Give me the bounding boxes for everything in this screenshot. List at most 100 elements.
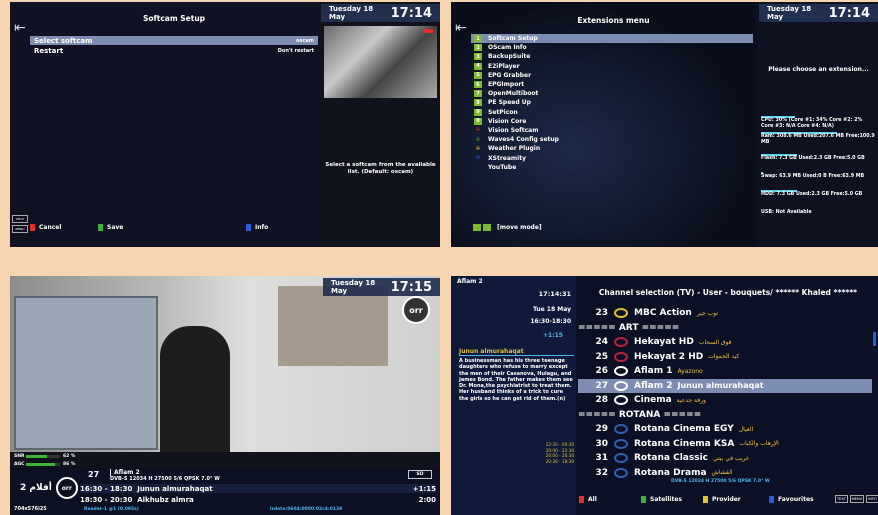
channel-row[interactable]: 29 Rotana Cinema EGY الغيال <box>578 422 872 437</box>
extension-item[interactable]: 4 E2iPlayer <box>471 62 753 71</box>
signal-meters: SNR 62 % AGC 86 % <box>14 453 76 467</box>
cpu-stat: CPU: 30% (Core #1: 34% Core #2: 2% Core … <box>761 118 863 129</box>
remaining: +1:15 <box>543 332 563 339</box>
channel-name: Aflam 2 <box>110 469 140 476</box>
now-remaining: +1:15 <box>412 484 436 493</box>
bouquet-separator[interactable]: ===== ROTANA ===== <box>578 408 872 423</box>
menu-key[interactable]: MENU <box>849 495 865 503</box>
save-button[interactable]: Save <box>98 224 178 231</box>
extension-label: Waves4 Config setup <box>488 136 559 144</box>
blue-key-icon: ✇ <box>475 155 481 162</box>
extension-item[interactable]: 5 EPG Grabber <box>471 71 753 80</box>
channel-name: Cinema <box>634 395 672 406</box>
channel-row[interactable]: 25 Hekayat 2 HD كيد الحموات <box>578 350 872 365</box>
channel-number: 28 <box>595 395 608 406</box>
system-stats: CPU: 30% (Core #1: 34% Core #2: 2% Core … <box>761 116 875 216</box>
extension-label: Vision Softcam <box>488 126 539 134</box>
extension-item[interactable]: ✇ XStreamity <box>471 153 753 162</box>
video-building <box>278 286 388 366</box>
extension-item[interactable]: 3 BackupSuite <box>471 52 753 61</box>
channel-number: 26 <box>595 366 608 377</box>
irdeto-info: Irdeto:0604:0000:02c4:0138 <box>270 507 343 512</box>
extension-item[interactable]: ✇ Weather Plugin <box>471 144 753 153</box>
provider-button[interactable]: Provider <box>703 496 741 503</box>
channel-logo-icon <box>423 29 433 33</box>
channel-badge-icon: orr <box>402 296 430 324</box>
channel-row[interactable]: 23 MBC Action توب جير <box>578 306 872 321</box>
schedule-list: 22:30 - 00:30 20:00 - 22:30 20:00 - 20:3… <box>545 442 574 464</box>
back-icon[interactable]: ⇤ <box>455 20 467 36</box>
menu-key[interactable]: MENU <box>12 225 28 233</box>
select-softcam-row[interactable]: Select softcam oscam <box>30 36 318 45</box>
number-key: 5 <box>474 71 482 79</box>
right-key-icon <box>483 224 491 231</box>
current-event: فوق السحاب <box>698 338 732 346</box>
channel-logo-icon <box>614 337 628 348</box>
back-icon[interactable]: ⇤ <box>14 20 26 36</box>
channel-row[interactable]: 32 Rotana Drama القشاش <box>578 466 872 481</box>
scrollbar[interactable] <box>873 332 876 346</box>
channel-logo-icon <box>614 308 628 319</box>
channel-number: 25 <box>595 351 608 362</box>
extension-label: Vision Core <box>488 117 527 125</box>
channel-row[interactable]: 31 Rotana Classic غريب في بيتي <box>578 451 872 466</box>
now-event-row: 16:30 - 18:30 Junun almurahaqat +1:15 <box>80 484 436 493</box>
channel-number: 32 <box>595 467 608 478</box>
date: Tue 18 May <box>532 306 571 313</box>
extension-item[interactable]: ✇ Vision Softcam <box>471 126 753 135</box>
extension-label: OpenMultiboot <box>488 90 539 98</box>
channel-name: Hekayat 2 HD <box>634 351 704 362</box>
current-event: ورقة جدعية <box>676 396 706 404</box>
extension-prompt: Please choose an extension... <box>768 66 869 73</box>
now-title: Junun almurahaqat <box>137 484 213 493</box>
info-button[interactable]: Info <box>246 224 306 231</box>
number-key: 8 <box>474 99 482 107</box>
channel-row[interactable]: 30 Rotana Cinema KSA الإرهاب والكباب <box>578 437 872 452</box>
current-event: توب جير <box>696 309 718 317</box>
satellites-button[interactable]: Satellites <box>641 496 682 503</box>
text-key[interactable]: TEXT <box>835 495 848 503</box>
video-frame <box>10 276 440 452</box>
softcam-info-text: Select a softcam from the available list… <box>325 162 436 175</box>
tp-info: DVB-S 12034 H 27500 5/6 QPSK 7.0° W <box>671 479 770 484</box>
favourites-button[interactable]: Favourites <box>769 496 814 503</box>
left-key-icon <box>473 224 481 231</box>
extension-item[interactable]: 7 OpenMultiboot <box>471 89 753 98</box>
extension-item[interactable]: YouTube <box>471 163 753 172</box>
current-channel-label: Aflam 2 <box>457 278 483 285</box>
reader-info: Reader-1 @1 (0.095s) <box>84 507 139 512</box>
extension-item[interactable]: 2 OScam Info <box>471 43 753 52</box>
channel-list: 23 MBC Action توب جير ===== ART ===== 24 Heka… <box>578 306 872 480</box>
restart-row[interactable]: Restart Don't restart <box>30 46 318 55</box>
extension-item[interactable]: 1 Softcam Setup <box>471 34 753 44</box>
channel-row[interactable]: 28 Cinema ورقة جدعية <box>578 393 872 408</box>
bouquet-separator[interactable]: ===== ART ===== <box>578 321 872 336</box>
channel-selection-screen: Aflam 2 17:14:31 Tue 18 May 16:30-18:30 … <box>451 276 878 515</box>
channel-row[interactable]: 24 Hekayat HD فوق السحاب <box>578 335 872 350</box>
extension-item[interactable]: 8 PE Speed Up <box>471 98 753 107</box>
video-truck <box>14 296 158 450</box>
red-key-icon: ✇ <box>475 127 481 134</box>
hdd-stat: HDD: 7.3 GB Used:2.3 GB Free:5.0 GB <box>761 192 863 197</box>
yellow-key-icon <box>703 496 708 503</box>
channel-logo-icon <box>614 351 628 362</box>
blue-key-icon <box>246 224 251 231</box>
channel-row-selected[interactable]: 27 Aflam 2 Junun almurahaqat <box>578 378 872 393</box>
extension-item[interactable]: 6 EPGImport <box>471 80 753 89</box>
channel-row[interactable]: 26 Aflam 1 Ayazono <box>578 364 872 379</box>
blank-key-icon <box>474 164 482 171</box>
tp-info: DVB-S 12034 H 27500 5/6 QPSK 7.0° W <box>110 476 220 482</box>
date-time-box: Tuesday 18 May 17:14 <box>321 4 440 22</box>
next-time: 18:30 - 20:30 <box>80 495 133 504</box>
extension-label: Softcam Setup <box>488 35 538 43</box>
help-key[interactable]: HELP <box>12 215 28 223</box>
extension-item[interactable]: 9 SetPicon <box>471 108 753 117</box>
extension-item[interactable]: ✇ Waves4 Config setup <box>471 135 753 144</box>
info-key[interactable]: INFO <box>866 495 878 503</box>
yellow-key-icon: ✇ <box>475 145 481 152</box>
extension-item[interactable]: 0 Vision Core <box>471 117 753 126</box>
move-mode-button[interactable]: [move mode] <box>473 224 573 231</box>
snr-value: 62 % <box>63 453 76 459</box>
all-button[interactable]: All <box>579 496 597 503</box>
extension-label: PE Speed Up <box>488 99 531 107</box>
